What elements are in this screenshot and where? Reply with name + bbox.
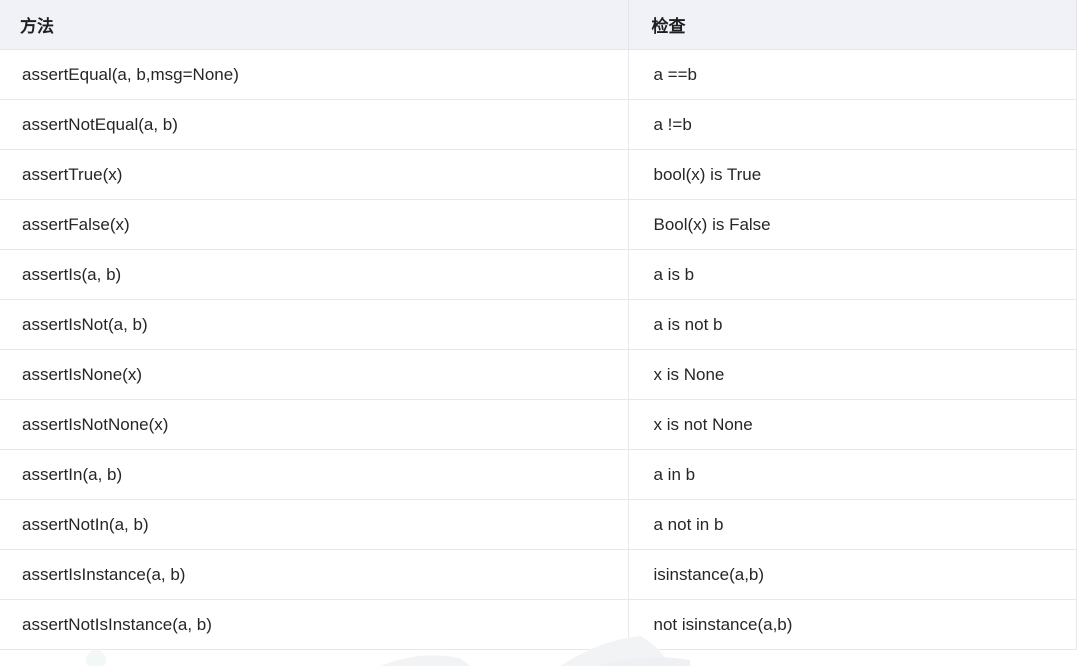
method-cell: assertIsNotNone(x) [0,399,629,450]
table-row: assertTrue(x) bool(x) is True [0,149,1077,200]
check-cell: Bool(x) is False [628,199,1077,250]
table-row: assertIsNone(x) x is None [0,349,1077,400]
table-row: assertIs(a, b) a is b [0,249,1077,300]
method-cell: assertIsInstance(a, b) [0,549,629,600]
table-row: assertIn(a, b) a in b [0,449,1077,500]
table-row: assertEqual(a, b,msg=None) a ==b [0,49,1077,100]
column-header-method: 方法 [0,0,629,50]
table-row: assertIsNot(a, b) a is not b [0,299,1077,350]
table-header: 方法 检查 [0,0,1077,50]
check-cell: x is None [628,349,1077,400]
table-row: assertIsInstance(a, b) isinstance(a,b) [0,549,1077,600]
method-cell: assertNotEqual(a, b) [0,99,629,150]
method-cell: assertIs(a, b) [0,249,629,300]
check-cell: x is not None [628,399,1077,450]
check-cell: a is b [628,249,1077,300]
method-cell: assertIn(a, b) [0,449,629,500]
check-cell: bool(x) is True [628,149,1077,200]
method-cell: assertIsNone(x) [0,349,629,400]
method-cell: assertTrue(x) [0,149,629,200]
method-cell: assertIsNot(a, b) [0,299,629,350]
assert-methods-table-container: 方法 检查 assertEqual(a, b,msg=None) a ==b a… [0,0,1077,650]
method-cell: assertNotIn(a, b) [0,499,629,550]
table-row: assertNotIsInstance(a, b) not isinstance… [0,599,1077,650]
check-cell: a is not b [628,299,1077,350]
check-cell: a not in b [628,499,1077,550]
table-row: assertIsNotNone(x) x is not None [0,399,1077,450]
check-cell: isinstance(a,b) [628,549,1077,600]
table-row: assertNotEqual(a, b) a !=b [0,99,1077,150]
method-cell: assertFalse(x) [0,199,629,250]
method-cell: assertEqual(a, b,msg=None) [0,49,629,100]
assert-methods-table: 方法 检查 assertEqual(a, b,msg=None) a ==b a… [0,0,1077,650]
check-cell: not isinstance(a,b) [628,599,1077,650]
check-cell: a in b [628,449,1077,500]
check-cell: a !=b [628,99,1077,150]
table-body: assertEqual(a, b,msg=None) a ==b assertN… [0,49,1077,650]
method-cell: assertNotIsInstance(a, b) [0,599,629,650]
check-cell: a ==b [628,49,1077,100]
table-header-row: 方法 检查 [0,0,1077,50]
table-row: assertNotIn(a, b) a not in b [0,499,1077,550]
column-header-check: 检查 [628,0,1077,50]
table-row: assertFalse(x) Bool(x) is False [0,199,1077,250]
